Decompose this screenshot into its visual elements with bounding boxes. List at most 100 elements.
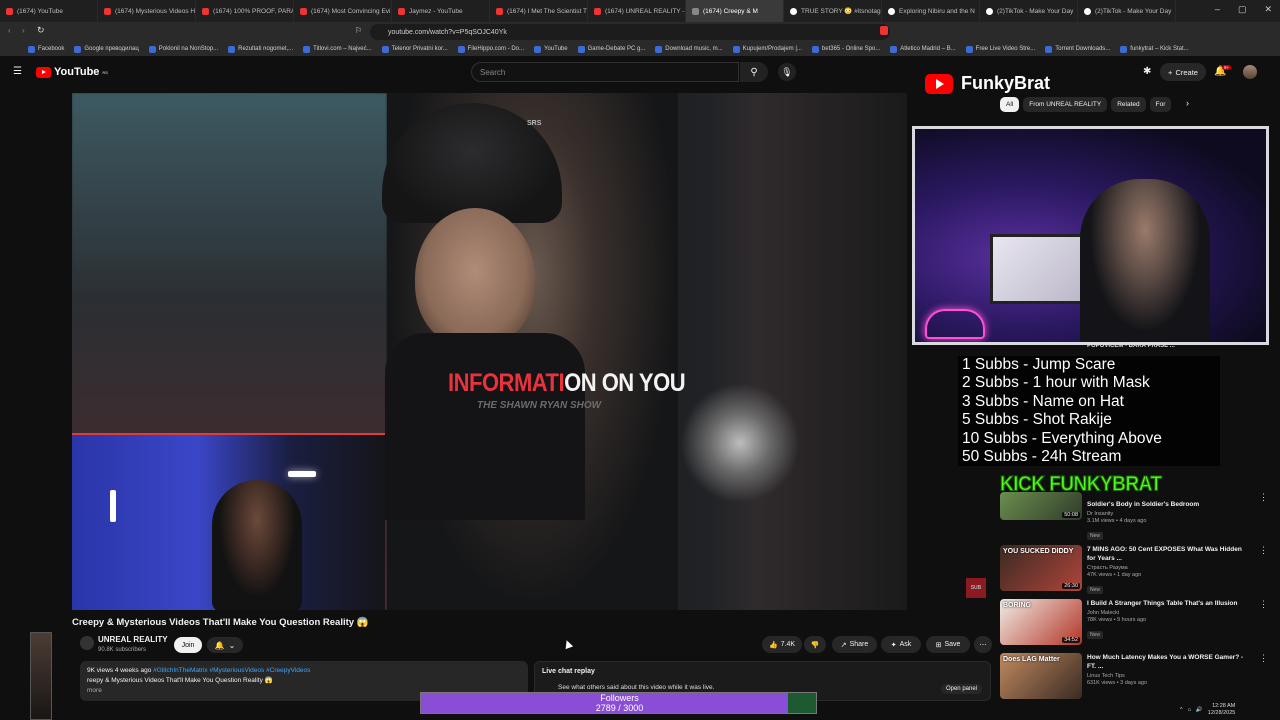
rec-channel[interactable]: Страсть Разума xyxy=(1087,565,1247,571)
browser-tab[interactable]: Exploring Nibiru and the N xyxy=(882,0,980,22)
open-panel-button[interactable]: Open panel xyxy=(940,684,982,694)
back-icon[interactable]: ‹ xyxy=(8,26,11,35)
browser-tab[interactable]: (1674) Creepy & M xyxy=(686,0,784,22)
tray-chevron-icon[interactable]: ^ xyxy=(1180,707,1183,713)
browser-tab[interactable]: (1674) I Met The Scientist T xyxy=(490,0,588,22)
dislike-button[interactable]: 👎 xyxy=(804,636,826,653)
thumbnail-text: YOU SUCKED DIDDY xyxy=(1003,548,1074,555)
youtube-logo[interactable]: YouTube RS xyxy=(36,66,108,78)
channel-subscribers: 90.8K subscribers xyxy=(98,647,147,653)
browser-tab[interactable]: (1674) Mysterious Videos H xyxy=(98,0,196,22)
more-icon[interactable]: ⋮ xyxy=(1259,653,1268,664)
bookmark-icon[interactable]: ⚐ xyxy=(355,26,362,35)
bookmark-item[interactable]: Rezultati nogomet,... xyxy=(228,45,293,53)
tab-label: (1674) I Met The Scientist T xyxy=(507,7,587,15)
bookmark-item[interactable]: Google преводилац xyxy=(74,45,139,53)
bookmark-item[interactable]: Game-Debate PC g... xyxy=(577,45,645,53)
bookmark-item[interactable]: funkytrat – Kick Stat... xyxy=(1120,45,1189,53)
speaker-icon xyxy=(692,7,699,15)
rec-meta: 78K views • 9 hours ago xyxy=(1087,617,1147,623)
window-controls: – ▢ ✕ xyxy=(1215,4,1272,15)
rec-title[interactable]: 7 MINS AGO: 50 Cent EXPOSES What Was Hid… xyxy=(1087,545,1247,563)
filter-chip[interactable]: All xyxy=(1000,97,1020,112)
recommended-video[interactable]: BORING 34:52 I Build A Stranger Things Tab… xyxy=(1000,599,1270,649)
browser-tab[interactable]: Jaymez - YouTube xyxy=(392,0,490,22)
create-button[interactable]: + Create xyxy=(1160,63,1206,81)
bookmark-item[interactable]: Poklonil na NonStop... xyxy=(148,45,218,53)
bookmark-item[interactable]: Torrent Downloads... xyxy=(1045,45,1110,53)
video-thumbnail[interactable]: Does LAG Matter xyxy=(1000,653,1082,699)
thumbnail-text: Does LAG Matter xyxy=(1003,656,1060,663)
video-thumbnail[interactable]: YOU SUCKED DIDDY 26:30 xyxy=(1000,545,1082,591)
close-icon[interactable]: ✕ xyxy=(1264,4,1272,15)
system-clock[interactable]: 12:28 AM 12/28/2025 xyxy=(1208,703,1236,717)
menu-icon[interactable]: ☰ xyxy=(13,66,22,77)
rec-channel[interactable]: John Malecki xyxy=(1087,610,1247,616)
subscribe-bell-button[interactable]: 🔔 ⌄ xyxy=(207,637,243,653)
rec-meta: 3.1M views • 4 days ago xyxy=(1087,518,1147,524)
brave-shield-icon[interactable] xyxy=(880,26,888,35)
filter-chip[interactable]: For xyxy=(1149,97,1172,112)
filter-chip[interactable]: Related xyxy=(1111,97,1146,112)
channel-name[interactable]: UNREAL REALITY xyxy=(98,635,168,644)
filter-chip[interactable]: From UNREAL REALITY xyxy=(1023,97,1108,112)
notification-count: 9+ xyxy=(1222,65,1232,70)
browser-tab[interactable]: (1674) YouTube xyxy=(0,0,98,22)
user-avatar[interactable] xyxy=(1243,65,1257,79)
more-actions-button[interactable]: ⋯ xyxy=(974,636,992,653)
rec-channel[interactable]: Linus Tech Tips xyxy=(1087,673,1247,679)
bookmark-item[interactable]: Telenor Privatni kor... xyxy=(381,45,448,53)
youtube-icon xyxy=(202,7,209,15)
minimize-icon[interactable]: – xyxy=(1215,4,1220,15)
caption-white: ON ON YOU xyxy=(564,368,686,397)
browser-tab[interactable]: (2)TikTok - Make Your Day xyxy=(1078,0,1176,22)
search-input[interactable]: Search xyxy=(471,62,739,82)
url-field[interactable]: youtube.com/watch?v=P5qSOJC40Yk xyxy=(370,24,890,40)
bookmark-item[interactable]: Free Live Video Stre... xyxy=(965,45,1035,53)
join-button[interactable]: Join xyxy=(174,637,202,653)
network-icon[interactable]: ⌂ xyxy=(1188,707,1191,713)
recommended-video[interactable]: 50:08 Soldier's Body in Soldier's Bedroom… xyxy=(1000,474,1270,540)
video-thumbnail[interactable]: BORING 34:52 xyxy=(1000,599,1082,645)
bookmark-item[interactable]: Titlovi.com – Najveć... xyxy=(303,45,372,53)
more-icon[interactable]: ⋮ xyxy=(1259,492,1268,503)
chevron-right-icon[interactable]: › xyxy=(1186,98,1189,108)
forward-icon[interactable]: › xyxy=(22,26,25,35)
browser-tab[interactable]: (2)TikTok - Make Your Day xyxy=(980,0,1078,22)
rec-title[interactable]: How Much Latency Makes You a WORSE Gamer… xyxy=(1087,653,1247,671)
rec-title[interactable]: Soldier's Body in Soldier's Bedroom xyxy=(1087,500,1247,509)
browser-tab[interactable]: (1674) UNREAL REALITY - Y xyxy=(588,0,686,22)
maximize-icon[interactable]: ▢ xyxy=(1238,4,1247,15)
cast-icon[interactable]: ✱ xyxy=(1143,66,1151,77)
share-button[interactable]: ↗ Share xyxy=(832,636,877,653)
volume-icon[interactable]: 🔊 xyxy=(1196,707,1203,713)
rec-title[interactable]: I Build A Stranger Things Table That's a… xyxy=(1087,599,1247,608)
video-thumbnail[interactable]: 50:08 xyxy=(1000,492,1082,520)
bookmark-item[interactable]: bet365 - Online Spo... xyxy=(811,45,880,53)
bookmark-item[interactable]: Download music, m... xyxy=(655,45,723,53)
browser-tab[interactable]: TRUE STORY 😳 #itsnotag xyxy=(784,0,882,22)
channel-avatar[interactable] xyxy=(80,636,94,650)
plus-icon: + xyxy=(1168,67,1173,77)
reload-icon[interactable]: ↻ xyxy=(37,25,45,36)
description-tags[interactable]: #GlitchInTheMatrix #MysteriousVideos #Cr… xyxy=(153,667,310,674)
bell-icon: 🔔 xyxy=(214,640,225,650)
recommended-video[interactable]: YOU SUCKED DIDDY 26:30 7 MINS AGO: 50 Cent… xyxy=(1000,545,1270,595)
like-button[interactable]: 👍 7.4K xyxy=(762,636,802,653)
bookmark-item[interactable]: Kupujem/Prodajem |... xyxy=(732,45,802,53)
search-button[interactable]: ⚲ xyxy=(740,62,768,82)
voice-search-button[interactable]: 🎙 xyxy=(778,63,796,81)
bookmark-item[interactable]: FileHippo.com - Do... xyxy=(457,45,524,53)
save-button[interactable]: ⊞ Save xyxy=(926,636,970,653)
bookmark-item[interactable]: Atletico Madrid – B... xyxy=(890,45,956,53)
bookmark-item[interactable]: Facebook xyxy=(28,45,64,53)
browser-tab[interactable]: (1674) 100% PROOF, PARA xyxy=(196,0,294,22)
filter-chips: All From UNREAL REALITY Related For xyxy=(1000,97,1172,112)
recommended-video[interactable]: Does LAG Matter How Much Latency Makes Yo… xyxy=(1000,653,1270,703)
rec-channel[interactable]: Dr Insanity xyxy=(1087,511,1247,517)
more-icon[interactable]: ⋮ xyxy=(1259,599,1268,610)
more-icon[interactable]: ⋮ xyxy=(1259,545,1268,556)
ask-button[interactable]: ✦ Ask xyxy=(881,636,921,653)
bookmark-item[interactable]: YouTube xyxy=(534,45,568,53)
browser-tab[interactable]: (1674) Most Convincing Evi xyxy=(294,0,392,22)
